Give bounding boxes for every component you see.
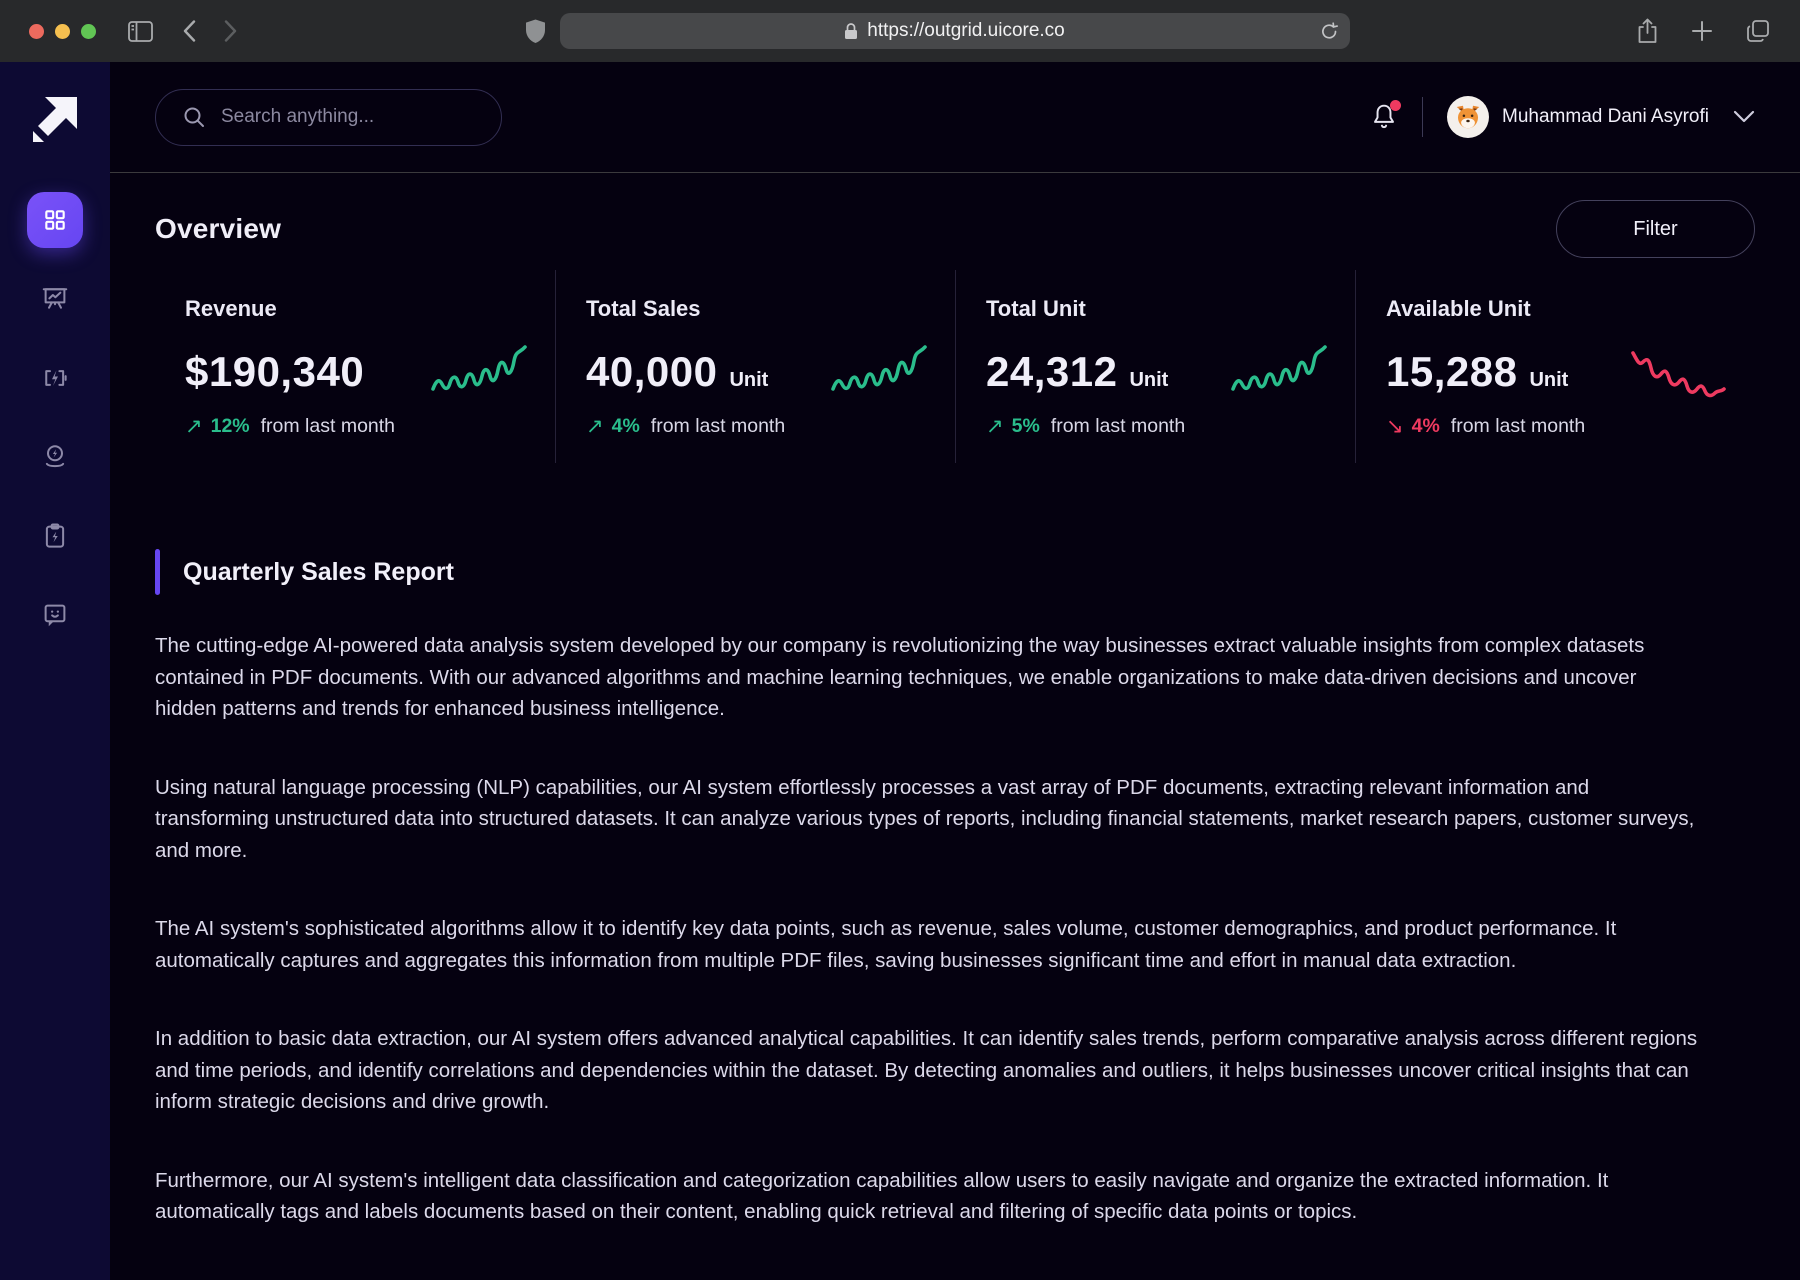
trend-percent: 5% bbox=[1012, 415, 1040, 438]
stat-value: 24,312 bbox=[986, 348, 1117, 396]
report-paragraph: In addition to basic data extraction, ou… bbox=[155, 1023, 1700, 1118]
privacy-shield-icon[interactable] bbox=[525, 19, 546, 44]
user-menu[interactable]: Muhammad Dani Asyrofi bbox=[1447, 96, 1755, 138]
tab-overview-icon[interactable] bbox=[1746, 19, 1770, 43]
sidebar-item-stations[interactable] bbox=[31, 433, 79, 481]
stats-row: Revenue $190,340 ↗ 12% from last month bbox=[155, 270, 1755, 463]
notifications-button[interactable] bbox=[1370, 102, 1398, 132]
report-paragraph: Using natural language processing (NLP) … bbox=[155, 772, 1700, 867]
sidebar-item-feedback[interactable] bbox=[31, 591, 79, 639]
charge-location-icon bbox=[40, 442, 70, 472]
reload-icon[interactable] bbox=[1321, 22, 1338, 41]
search-icon bbox=[182, 105, 206, 129]
page-title: Overview bbox=[155, 213, 281, 245]
sidebar-item-analytics[interactable] bbox=[31, 275, 79, 323]
stat-label: Revenue bbox=[185, 296, 555, 322]
stat-card-available-unit: Available Unit 15,288 Unit ↘ 4% from las… bbox=[1355, 270, 1755, 463]
share-icon[interactable] bbox=[1637, 18, 1658, 44]
trend-up-icon: ↗ bbox=[986, 414, 1004, 439]
window-controls bbox=[29, 24, 96, 39]
user-name: Muhammad Dani Asyrofi bbox=[1502, 106, 1709, 128]
sparkline-up bbox=[1229, 340, 1329, 406]
clipboard-bolt-icon bbox=[40, 521, 70, 551]
stat-trend: ↗ 12% from last month bbox=[185, 414, 555, 439]
sidebar-item-energy[interactable] bbox=[31, 354, 79, 402]
stat-unit: Unit bbox=[1129, 369, 1168, 392]
new-tab-icon[interactable] bbox=[1691, 20, 1713, 42]
forward-button[interactable] bbox=[224, 20, 237, 42]
outgrid-logo bbox=[31, 95, 79, 143]
trend-note: from last month bbox=[651, 415, 785, 438]
report-paragraph: The generated reports and visualizations… bbox=[155, 1275, 1700, 1280]
filter-button[interactable]: Filter bbox=[1556, 200, 1755, 258]
sparkline-up bbox=[429, 340, 529, 406]
stat-value: $190,340 bbox=[185, 348, 364, 396]
app-header: Muhammad Dani Asyrofi bbox=[110, 62, 1800, 173]
battery-charging-icon bbox=[40, 363, 70, 393]
minimize-window-button[interactable] bbox=[55, 24, 70, 39]
page-content: Overview Filter Revenue $190,340 ↗ 12% f… bbox=[110, 173, 1800, 1280]
zoom-window-button[interactable] bbox=[81, 24, 96, 39]
sparkline-up bbox=[829, 340, 929, 406]
report-paragraph: The cutting-edge AI-powered data analysi… bbox=[155, 630, 1700, 725]
trend-percent: 4% bbox=[612, 415, 640, 438]
stat-value: 15,288 bbox=[1386, 348, 1517, 396]
sidebar-nav bbox=[27, 196, 83, 639]
trend-note: from last month bbox=[1051, 415, 1185, 438]
url-text: https://outgrid.uicore.co bbox=[867, 20, 1065, 42]
report-title: Quarterly Sales Report bbox=[183, 558, 454, 587]
report-body: The cutting-edge AI-powered data analysi… bbox=[155, 630, 1755, 1280]
trend-note: from last month bbox=[1451, 415, 1585, 438]
trend-up-icon: ↗ bbox=[185, 414, 203, 439]
browser-chrome: https://outgrid.uicore.co bbox=[0, 0, 1800, 62]
stat-value: 40,000 bbox=[586, 348, 717, 396]
app-window: Muhammad Dani Asyrofi Overview Filter Re… bbox=[0, 62, 1800, 1280]
stat-trend: ↗ 4% from last month bbox=[586, 414, 955, 439]
sidebar-item-reports[interactable] bbox=[31, 512, 79, 560]
stat-label: Total Sales bbox=[586, 296, 955, 322]
chat-smiley-icon bbox=[40, 600, 70, 630]
stat-trend: ↗ 5% from last month bbox=[986, 414, 1355, 439]
search-box[interactable] bbox=[155, 89, 502, 146]
sidebar bbox=[0, 62, 110, 1280]
stat-label: Available Unit bbox=[1386, 296, 1755, 322]
stat-label: Total Unit bbox=[986, 296, 1355, 322]
sidebar-toggle-icon[interactable] bbox=[128, 21, 153, 42]
stat-card-revenue: Revenue $190,340 ↗ 12% from last month bbox=[155, 270, 555, 463]
trend-percent: 12% bbox=[211, 415, 250, 438]
trend-percent: 4% bbox=[1412, 415, 1440, 438]
address-bar[interactable]: https://outgrid.uicore.co bbox=[560, 13, 1350, 49]
stat-unit: Unit bbox=[1529, 369, 1568, 392]
header-divider bbox=[1422, 97, 1423, 137]
trend-up-icon: ↗ bbox=[586, 414, 604, 439]
back-button[interactable] bbox=[183, 20, 196, 42]
trend-down-icon: ↘ bbox=[1386, 414, 1404, 439]
close-window-button[interactable] bbox=[29, 24, 44, 39]
sparkline-down bbox=[1629, 340, 1729, 406]
sidebar-item-dashboard[interactable] bbox=[27, 192, 83, 248]
report-paragraph: The AI system's sophisticated algorithms… bbox=[155, 913, 1700, 976]
stat-card-total-unit: Total Unit 24,312 Unit ↗ 5% from last mo… bbox=[955, 270, 1355, 463]
dashboard-grid-icon bbox=[42, 207, 68, 233]
notification-badge bbox=[1390, 100, 1401, 111]
trend-note: from last month bbox=[261, 415, 395, 438]
stat-unit: Unit bbox=[729, 369, 768, 392]
search-input[interactable] bbox=[221, 106, 481, 128]
chevron-down-icon bbox=[1733, 110, 1755, 124]
stat-card-total-sales: Total Sales 40,000 Unit ↗ 4% from last m… bbox=[555, 270, 955, 463]
presentation-chart-icon bbox=[40, 284, 70, 314]
stat-trend: ↘ 4% from last month bbox=[1386, 414, 1755, 439]
report-paragraph: Furthermore, our AI system's intelligent… bbox=[155, 1165, 1700, 1228]
report-section: Quarterly Sales Report The cutting-edge … bbox=[155, 548, 1755, 1280]
main-column: Muhammad Dani Asyrofi Overview Filter Re… bbox=[110, 62, 1800, 1280]
avatar bbox=[1447, 96, 1489, 138]
lock-icon bbox=[844, 22, 858, 40]
section-accent-bar bbox=[155, 549, 160, 595]
